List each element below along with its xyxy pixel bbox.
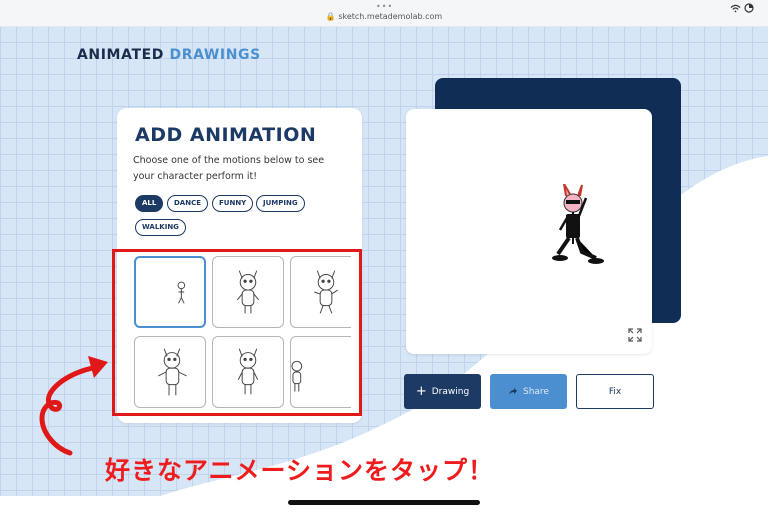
share-button-label: Share	[523, 386, 549, 397]
app-logo[interactable]: ANIMATED DRAWINGS	[77, 47, 261, 63]
browser-status-bar: ••• 🔒 sketch.metademolab.com	[0, 0, 768, 27]
drawing-button-label: Drawing	[431, 386, 470, 397]
curved-arrow-icon	[39, 356, 108, 456]
filter-chip-funny[interactable]: FUNNY	[212, 195, 254, 212]
share-icon	[509, 388, 517, 395]
add-drawing-button[interactable]: + Drawing	[404, 374, 481, 409]
filter-chip-jumping[interactable]: JUMPING	[256, 195, 305, 212]
filter-chip-all[interactable]: ALL	[135, 195, 164, 212]
brand-part1: ANIMATED	[77, 47, 164, 63]
status-icons	[730, 3, 754, 14]
filter-chip-dance[interactable]: DANCE	[167, 195, 209, 212]
animated-character	[552, 184, 604, 264]
instruction-caption: 好きなアニメーションをタップ！	[105, 456, 495, 485]
battery-icon	[744, 3, 754, 13]
url-bar[interactable]: 🔒 sketch.metademolab.com	[0, 12, 768, 21]
browser-menu-dots[interactable]: •••	[376, 2, 393, 11]
home-indicator[interactable]	[288, 500, 480, 505]
lock-icon: 🔒	[325, 12, 336, 21]
fix-button-label: Fix	[608, 386, 622, 397]
card-title: ADD ANIMATION	[135, 124, 317, 146]
brand-part2: DRAWINGS	[169, 47, 261, 63]
wifi-icon	[730, 4, 741, 12]
animation-stage	[406, 109, 652, 354]
plus-icon: +	[415, 384, 427, 399]
filter-chip-walking[interactable]: WALKING	[135, 219, 186, 236]
fullscreen-icon[interactable]	[628, 328, 642, 342]
highlight-box	[112, 249, 362, 416]
card-description: Choose one of the motions below to see y…	[133, 155, 325, 182]
url-text: sketch.metademolab.com	[338, 12, 443, 21]
share-button[interactable]: Share	[490, 374, 567, 409]
fix-button[interactable]: Fix	[576, 374, 654, 409]
